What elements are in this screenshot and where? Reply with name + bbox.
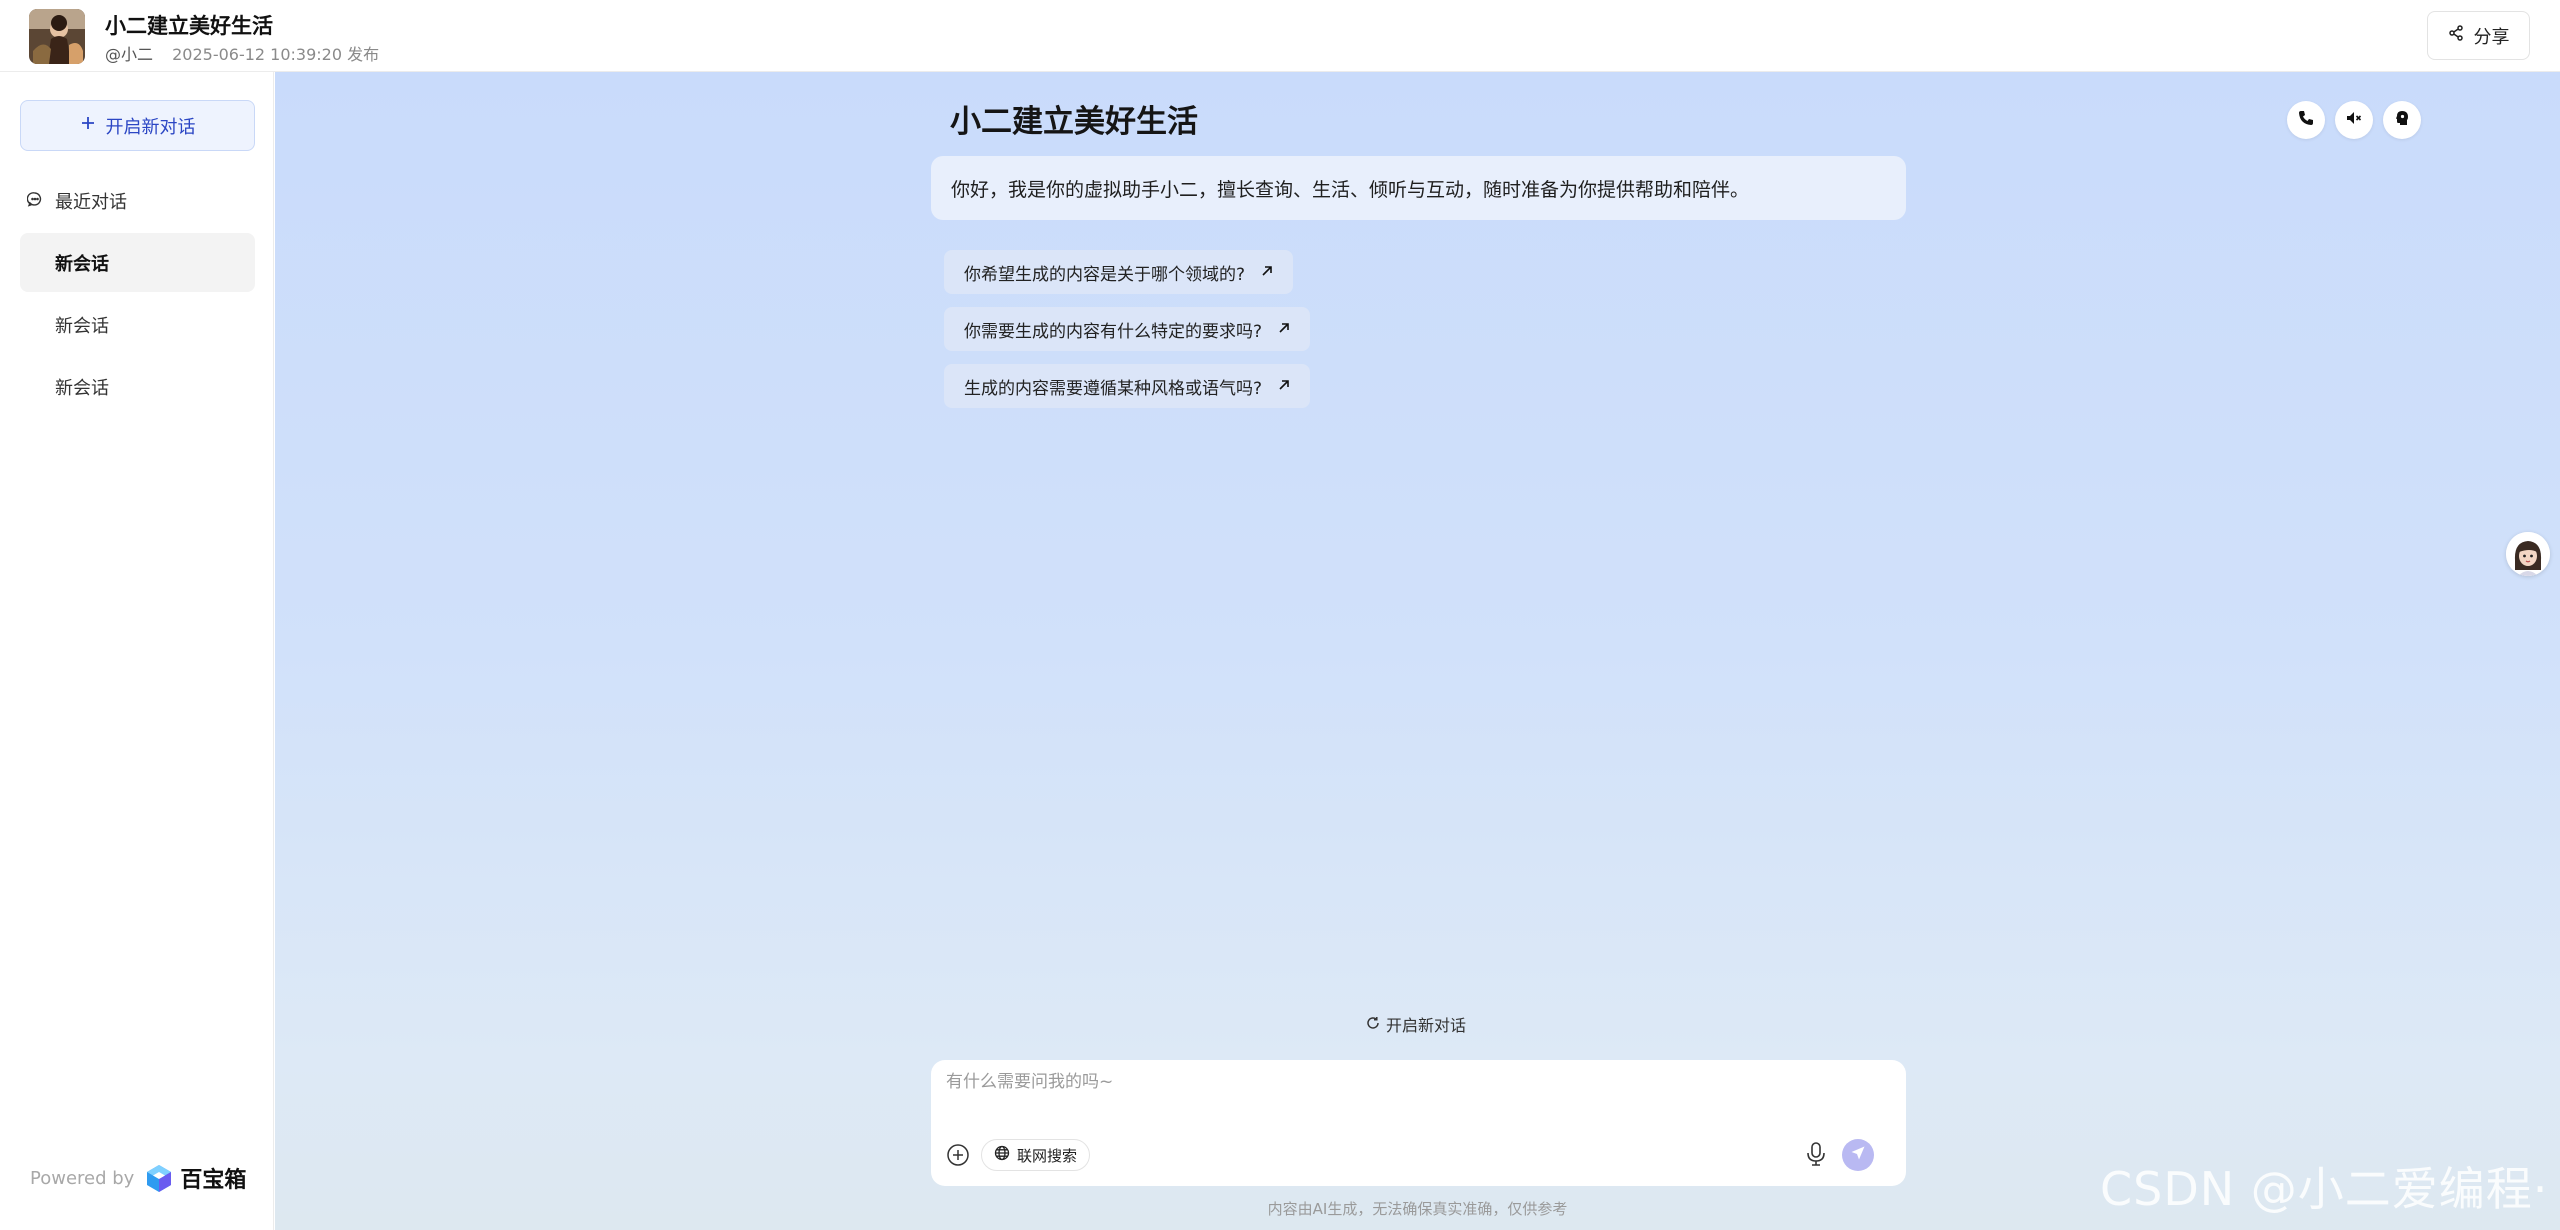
suggestion-chip-2[interactable]: 你需要生成的内容有什么特定的要求吗?	[944, 307, 1311, 351]
phone-icon	[2297, 109, 2315, 131]
header-meta: @小二 2025-06-12 10:39:20 发布	[105, 41, 379, 65]
web-search-label: 联网搜索	[1017, 1146, 1078, 1165]
mute-icon	[2345, 109, 2363, 131]
head-button[interactable]	[2383, 101, 2421, 139]
new-chat-button[interactable]: 开启新对话	[20, 100, 255, 151]
refresh-icon	[1366, 1015, 1380, 1034]
brand-logo: 百宝箱	[144, 1162, 246, 1194]
arrow-up-right-icon	[1261, 262, 1273, 282]
suggestion-text: 你希望生成的内容是关于哪个领域的?	[964, 264, 1246, 285]
suggestion-text: 你需要生成的内容有什么特定的要求吗?	[964, 321, 1263, 342]
web-search-toggle[interactable]: 联网搜索	[981, 1139, 1091, 1171]
head-icon	[2393, 109, 2411, 131]
share-icon	[2448, 25, 2464, 46]
suggestion-chip-3[interactable]: 生成的内容需要遵循某种风格或语气吗?	[944, 364, 1311, 408]
session-item-2[interactable]: 新会话	[20, 295, 255, 354]
session-item-3[interactable]: 新会话	[20, 357, 255, 416]
microphone-icon[interactable]	[1803, 1140, 1829, 1168]
mute-button[interactable]	[2335, 101, 2373, 139]
girl-avatar-icon	[2506, 532, 2550, 576]
author-name[interactable]: @小二	[105, 45, 153, 64]
new-chat-label: 开启新对话	[105, 116, 196, 138]
powered-by-label: Powered by	[30, 1167, 135, 1189]
recent-label: 最近对话	[55, 192, 127, 213]
powered-by[interactable]: Powered by 百宝箱	[30, 1162, 246, 1194]
chat-input-box: 联网搜索	[931, 1060, 1906, 1186]
recent-conversations-heading: 最近对话	[26, 188, 127, 214]
plus-icon	[80, 115, 96, 136]
session-item-1[interactable]: 新会话	[20, 233, 255, 292]
arrow-up-right-icon	[1278, 319, 1290, 339]
chat-input[interactable]	[946, 1072, 1746, 1092]
suggestion-text: 生成的内容需要遵循某种风格或语气吗?	[964, 378, 1263, 399]
share-label: 分享	[2473, 26, 2510, 48]
restart-chat-button[interactable]: 开启新对话	[1366, 1012, 1466, 1036]
globe-icon	[994, 1145, 1010, 1165]
agent-avatar	[29, 9, 85, 64]
restart-chat-label: 开启新对话	[1386, 1016, 1467, 1035]
send-button[interactable]	[1842, 1139, 1874, 1171]
chat-main: 小二建立美好生活 你好，我是你的虚拟助手小二，擅长查询、生活、倾听与互动，随时准…	[275, 72, 2560, 1230]
share-button[interactable]: 分享	[2427, 11, 2530, 60]
add-attachment-icon[interactable]	[946, 1143, 970, 1167]
suggestion-chip-1[interactable]: 你希望生成的内容是关于哪个领域的?	[944, 250, 1294, 294]
send-icon	[1850, 1145, 1866, 1165]
assistant-avatar-button[interactable]	[2506, 532, 2550, 576]
chat-bubble-icon	[26, 191, 43, 212]
sidebar: 开启新对话 最近对话 新会话 新会话 新会话 Powered by 百宝箱	[0, 72, 274, 1230]
phone-call-button[interactable]	[2287, 101, 2325, 139]
greeting-message: 你好，我是你的虚拟助手小二，擅长查询、生活、倾听与互动，随时准备为你提供帮助和陪…	[931, 156, 1906, 220]
top-header: 小二建立美好生活 @小二 2025-06-12 10:39:20 发布 分享	[0, 0, 2560, 72]
header-title: 小二建立美好生活	[105, 14, 273, 38]
cube-icon	[147, 1165, 172, 1192]
brand-name: 百宝箱	[180, 1168, 247, 1193]
arrow-up-right-icon	[1278, 376, 1290, 396]
watermark: CSDN @小二爱编程·	[2100, 1162, 2549, 1216]
chat-title: 小二建立美好生活	[950, 104, 1198, 140]
publish-time: 2025-06-12 10:39:20 发布	[172, 45, 380, 64]
